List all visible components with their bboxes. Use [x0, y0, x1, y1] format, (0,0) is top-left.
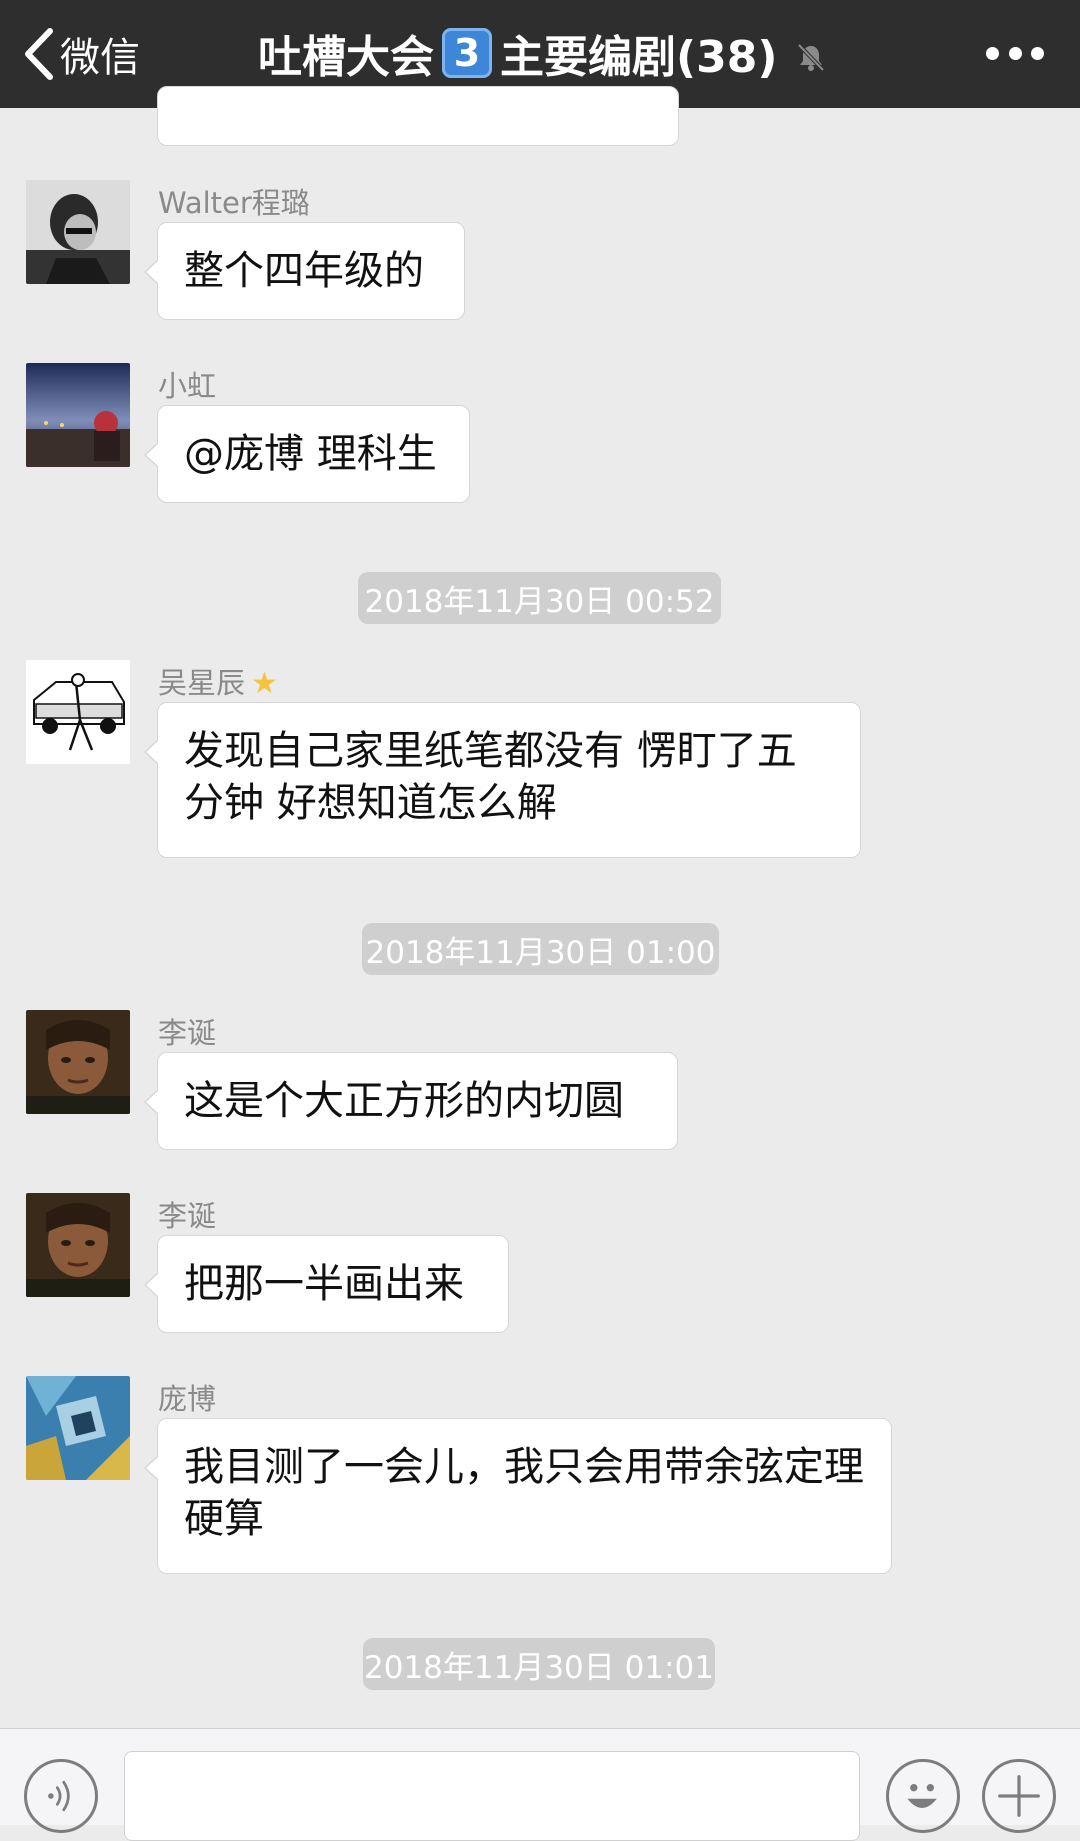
more-options-icon[interactable] [986, 38, 1044, 68]
sender-name: 吴星辰 ★ [158, 666, 278, 701]
avatar[interactable] [26, 660, 130, 764]
mute-bell-icon [798, 43, 825, 72]
message-bubble-partial [157, 86, 679, 146]
chat-title-suffix: 主要编剧(38) [500, 32, 778, 83]
sender-name: 小虹 [158, 369, 217, 403]
avatar[interactable] [26, 180, 130, 284]
message-bubble[interactable]: 我目测了一会儿，我只会用带余弦定理硬算 [144, 1418, 892, 1574]
sender-name: 庞博 [158, 1382, 217, 1416]
plus-icon[interactable] [982, 1759, 1056, 1833]
timestamp: 2018年11月30日 00:52 [358, 572, 721, 624]
message-input[interactable] [124, 1751, 860, 1841]
avatar[interactable] [26, 363, 130, 467]
timestamp: 2018年11月30日 01:01 [363, 1638, 715, 1690]
back-label: 微信 [60, 35, 140, 81]
sender-name: 李诞 [158, 1016, 217, 1050]
emoji-icon[interactable] [886, 1759, 960, 1833]
title-number-badge: 3 [442, 28, 492, 78]
message-bubble[interactable]: @庞博 理科生 [144, 405, 470, 503]
timestamp: 2018年11月30日 01:00 [362, 923, 719, 975]
avatar[interactable] [26, 1193, 130, 1297]
message-bubble[interactable]: 这是个大正方形的内切圆 [144, 1052, 678, 1150]
message-bubble[interactable]: 整个四年级的 [144, 222, 465, 320]
back-button[interactable]: 微信 [22, 22, 140, 86]
sender-name: 李诞 [158, 1199, 217, 1233]
avatar[interactable] [26, 1010, 130, 1114]
chat-title-prefix: 吐槽大会 [258, 32, 434, 83]
message-bubble[interactable]: 把那一半画出来 [144, 1235, 509, 1333]
star-icon: ★ [251, 666, 278, 701]
chevron-left-icon [25, 28, 53, 80]
voice-icon[interactable] [24, 1759, 98, 1833]
chat-title[interactable]: 吐槽大会 3 主要编剧(38) [258, 20, 827, 86]
sender-name: Walter程璐 [158, 186, 310, 220]
message-bubble[interactable]: 发现自己家里纸笔都没有 愣盯了五分钟 好想知道怎么解 [144, 702, 861, 858]
input-bar [0, 1728, 1080, 1841]
avatar[interactable] [26, 1376, 130, 1480]
